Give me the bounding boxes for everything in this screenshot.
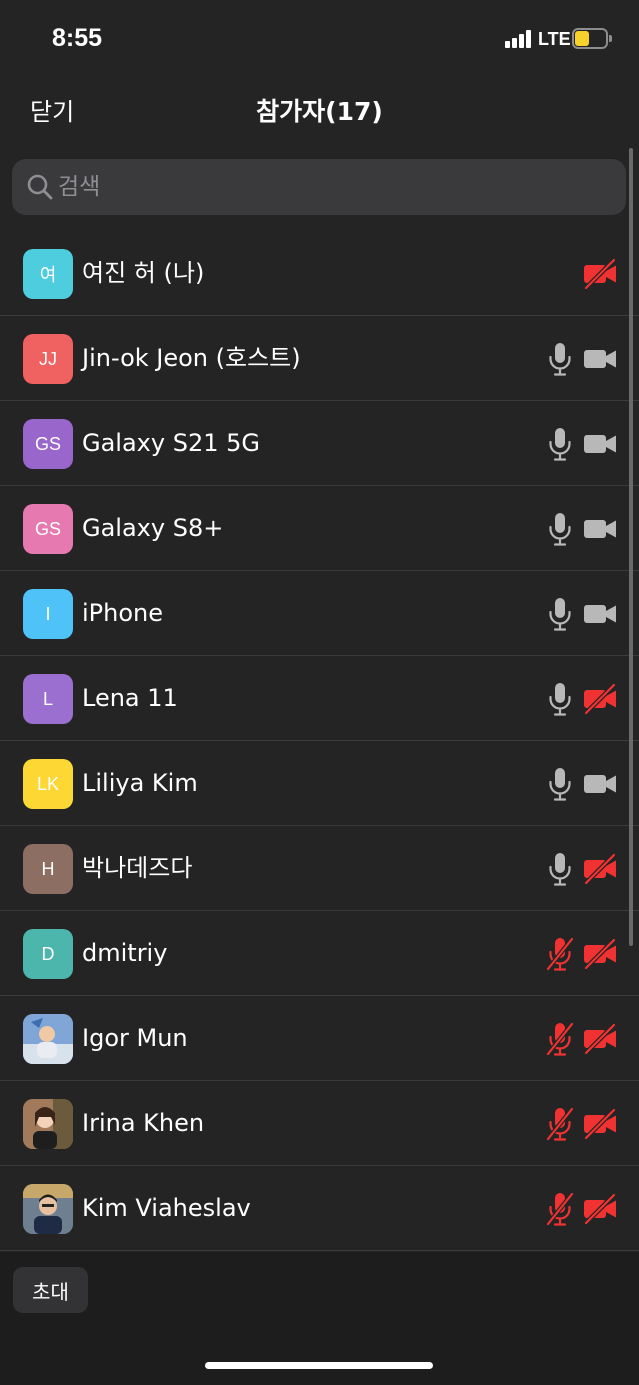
participant-name: iPhone xyxy=(82,599,164,627)
participant-row[interactable]: GS Galaxy S21 5G xyxy=(0,401,639,486)
mic-muted-icon xyxy=(546,1192,574,1226)
participant-name: Galaxy S21 5G xyxy=(82,429,260,457)
network-label: LTE xyxy=(538,29,571,49)
signal-icon xyxy=(505,30,531,48)
mic-icon xyxy=(546,852,574,886)
mic-icon xyxy=(546,512,574,546)
invite-button[interactable]: 초대 xyxy=(13,1267,88,1313)
mic-icon xyxy=(546,597,574,631)
participant-row[interactable]: LK Liliya Kim xyxy=(0,741,639,826)
avatar: L xyxy=(23,674,73,724)
nav-bar: 닫기 참가자(17) xyxy=(0,80,639,140)
participant-row[interactable]: Ddmitriy xyxy=(0,911,639,996)
mic-icon xyxy=(546,682,574,716)
search-input[interactable] xyxy=(58,159,598,215)
avatar-photo xyxy=(23,1099,73,1149)
battery-icon xyxy=(572,28,612,49)
home-indicator xyxy=(205,1362,433,1369)
participant-row[interactable]: L Lena 11 xyxy=(0,656,639,741)
video-off-icon xyxy=(583,683,617,715)
mic-icon xyxy=(546,427,574,461)
avatar: JJ xyxy=(23,334,73,384)
participant-name: Kim Viaheslav xyxy=(82,1194,251,1222)
video-icon xyxy=(583,343,617,375)
avatar: GS xyxy=(23,504,73,554)
mic-muted-icon xyxy=(546,937,574,971)
participant-row[interactable]: H 박나데즈다 xyxy=(0,826,639,911)
participant-name: 여진 허 (나) xyxy=(82,259,205,287)
avatar-photo xyxy=(23,1014,73,1064)
video-icon xyxy=(583,768,617,800)
video-icon xyxy=(583,428,617,460)
participant-name: Lena 11 xyxy=(82,684,178,712)
participant-name: Jin-ok Jeon (호스트) xyxy=(82,344,301,372)
participant-row[interactable]: Kim Viaheslav xyxy=(0,1166,639,1251)
video-icon xyxy=(583,513,617,545)
participant-row[interactable]: GS Galaxy S8+ xyxy=(0,486,639,571)
participant-name: Igor Mun xyxy=(82,1024,188,1052)
mic-muted-icon xyxy=(546,1022,574,1056)
avatar-photo xyxy=(23,1184,73,1234)
status-bar: 8:55 LTE xyxy=(0,0,639,80)
avatar: H xyxy=(23,844,73,894)
mic-icon xyxy=(546,767,574,801)
video-off-icon xyxy=(583,1193,617,1225)
video-off-icon xyxy=(583,1023,617,1055)
avatar: LK xyxy=(23,759,73,809)
participant-name: Irina Khen xyxy=(82,1109,205,1137)
search-bar[interactable] xyxy=(12,159,626,215)
video-off-icon xyxy=(583,938,617,970)
video-icon xyxy=(583,598,617,630)
video-off-icon xyxy=(583,1108,617,1140)
avatar: I xyxy=(23,589,73,639)
search-icon xyxy=(27,174,53,200)
avatar: D xyxy=(23,929,73,979)
mic-icon xyxy=(546,342,574,376)
video-off-icon xyxy=(583,853,617,885)
bottom-bar: 초대 xyxy=(0,1252,639,1385)
participant-list: 여 여진 허 (나) JJ Jin-ok Jeon (호스트) GS Galaxy S21… xyxy=(0,231,639,1251)
participant-row[interactable]: 여 여진 허 (나) xyxy=(0,231,639,316)
mic-muted-icon xyxy=(546,1107,574,1141)
participant-name: Galaxy S8+ xyxy=(82,514,224,542)
participant-row[interactable]: Igor Mun xyxy=(0,996,639,1081)
avatar: GS xyxy=(23,419,73,469)
participant-name: Liliya Kim xyxy=(82,769,198,797)
video-off-icon xyxy=(583,258,617,290)
avatar: 여 xyxy=(23,249,73,299)
participant-row[interactable]: JJ Jin-ok Jeon (호스트) xyxy=(0,316,639,401)
status-time: 8:55 xyxy=(52,24,103,52)
scrollbar[interactable] xyxy=(629,148,633,946)
page-title: 참가자(17) xyxy=(256,97,383,126)
participant-name: 박나데즈다 xyxy=(82,854,193,882)
participant-row[interactable]: Irina Khen xyxy=(0,1081,639,1166)
participant-name: dmitriy xyxy=(82,939,168,967)
participant-row[interactable]: IiPhone xyxy=(0,571,639,656)
